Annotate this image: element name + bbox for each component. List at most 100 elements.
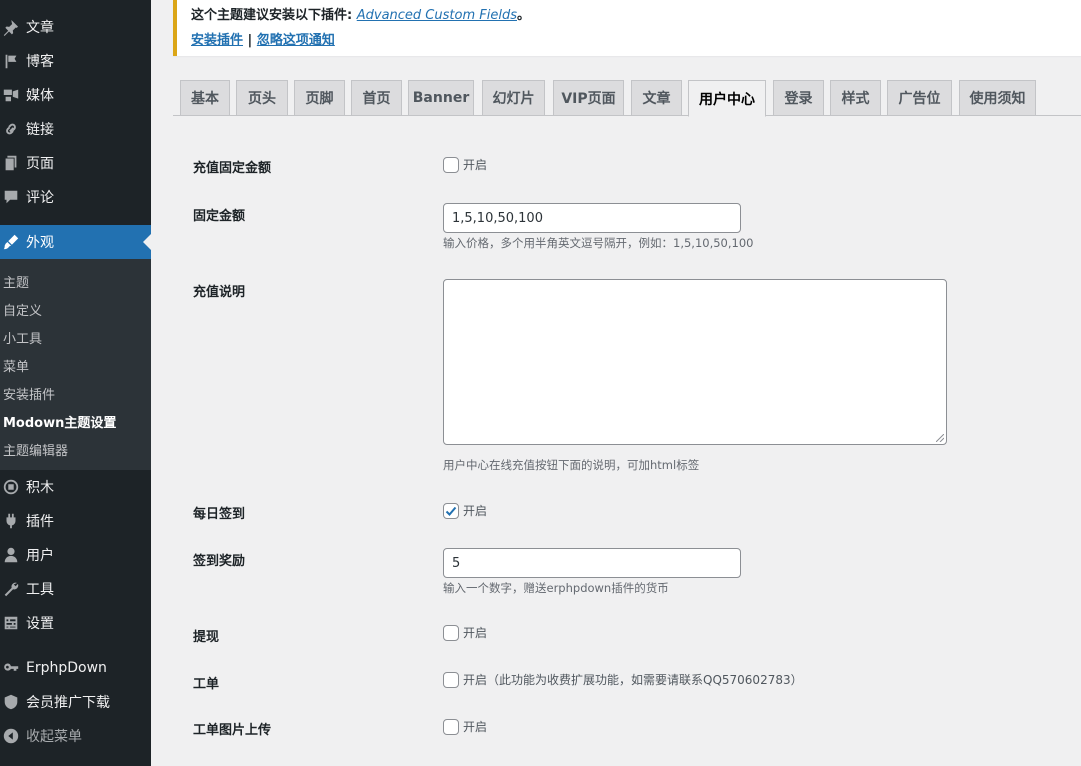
ticket-checkbox[interactable]: 开启（此功能为收费扩展功能，如需要请联系QQ570602783）: [443, 671, 803, 688]
sidebar-item-media[interactable]: 媒体: [0, 78, 151, 112]
sidebar-item-settings[interactable]: 设置: [0, 606, 151, 640]
flag-icon: [0, 51, 22, 71]
sidebar-item-label: 会员推广下载: [26, 695, 110, 711]
sidebar-collapse-menu[interactable]: 收起菜单: [0, 719, 151, 753]
sidebar-item-label: 用户: [26, 548, 54, 564]
submenu-item-theme-editor[interactable]: 主题编辑器: [3, 440, 68, 459]
shield-icon: [0, 692, 22, 712]
checkbox-label: 开启: [463, 720, 488, 734]
user-icon: [0, 545, 22, 565]
tab-user-center[interactable]: 用户中心: [688, 80, 766, 117]
sidebar-item-label: 设置: [26, 616, 54, 632]
recharge-desc-label: 充值说明: [193, 285, 246, 300]
sidebar-item-label: 页面: [26, 156, 54, 172]
checkbox-box[interactable]: [443, 671, 459, 688]
notice-actions: 安装插件 | 忽略这项通知: [191, 29, 335, 48]
recharge-desc-textarea[interactable]: [443, 279, 947, 445]
tab-login[interactable]: 登录: [773, 80, 824, 116]
sidebar-item-label: 链接: [26, 122, 54, 138]
tab-footer[interactable]: 页脚: [294, 80, 345, 116]
checkin-reward-label: 签到奖励: [193, 554, 246, 569]
sidebar-item-blog[interactable]: 博客: [0, 44, 151, 78]
sidebar-item-label: ErphpDown: [26, 660, 107, 676]
fixed-amount-input[interactable]: [443, 203, 741, 233]
tab-notes[interactable]: 使用须知: [959, 80, 1036, 116]
sidebar-item-tools[interactable]: 工具: [0, 572, 151, 606]
notice-text: 这个主题建议安装以下插件:: [191, 8, 357, 23]
plugin-notice: 这个主题建议安装以下插件: Advanced Custom Fields。 安装…: [173, 0, 1081, 56]
checkbox-box[interactable]: [443, 624, 459, 641]
checkbox-label: 开启: [463, 626, 488, 640]
tab-slideshow[interactable]: 幻灯片: [482, 80, 545, 116]
tab-style[interactable]: 样式: [830, 80, 881, 116]
install-plugins-link[interactable]: 安装插件: [191, 33, 243, 48]
tab-basic[interactable]: 基本: [180, 80, 230, 116]
sidebar-item-blocks[interactable]: 积木: [0, 470, 151, 504]
notice-suffix: 。: [516, 8, 530, 23]
tab-banner[interactable]: Banner: [408, 80, 474, 116]
tab-vip-page[interactable]: VIP页面: [553, 80, 624, 116]
checkin-reward-input[interactable]: [443, 548, 741, 578]
checkbox-label: 开启: [463, 504, 488, 518]
submenu-item-install-plugins[interactable]: 安装插件: [3, 384, 55, 403]
sidebar-item-links[interactable]: 链接: [0, 112, 151, 146]
ticket-label: 工单: [193, 677, 220, 692]
settings-tabs: 基本 页头 页脚 首页 Banner 幻灯片 VIP页面 文章 用户中心 登录 …: [173, 80, 1081, 117]
resize-grip-icon[interactable]: [936, 434, 944, 442]
page-icon: [0, 153, 22, 173]
submenu-item-themes[interactable]: 主题: [3, 272, 29, 291]
checkbox-box[interactable]: [443, 502, 459, 519]
sidebar-item-label: 文章: [26, 20, 54, 36]
fixed-amount-toggle-label: 充值固定金额: [193, 161, 272, 176]
acf-plugin-link[interactable]: Advanced Custom Fields: [357, 8, 517, 23]
tab-article[interactable]: 文章: [631, 80, 682, 116]
fixed-amount-desc: 输入价格，多个用半角英文逗号隔开，例如：1,5,10,50,100: [443, 236, 754, 250]
sidebar-item-pages[interactable]: 页面: [0, 146, 151, 180]
wrench-icon: [0, 579, 22, 599]
fixed-amount-label: 固定金额: [193, 209, 246, 224]
submenu-item-menus[interactable]: 菜单: [3, 356, 29, 375]
sidebar-item-plugins[interactable]: 插件: [0, 504, 151, 538]
collapse-icon: [0, 726, 22, 746]
plugin-icon: [0, 511, 22, 531]
tab-home[interactable]: 首页: [351, 80, 402, 116]
admin-sidebar: 文章 博客 媒体 链接 页面 评论 外观 主题 自定义 小工具 菜单 安装插件 …: [0, 0, 151, 766]
sidebar-item-label: 收起菜单: [26, 729, 82, 745]
fixed-amount-toggle-checkbox[interactable]: 开启: [443, 156, 487, 173]
tab-header[interactable]: 页头: [236, 80, 288, 116]
sidebar-item-comments[interactable]: 评论: [0, 180, 151, 214]
sidebar-item-member-promo[interactable]: 会员推广下载: [0, 685, 151, 719]
comment-icon: [0, 187, 22, 207]
tab-ad-slots[interactable]: 广告位: [887, 80, 952, 116]
notice-separator: |: [243, 33, 257, 48]
pin-icon: [0, 17, 22, 37]
withdraw-label: 提现: [193, 630, 220, 645]
key-icon: [0, 658, 22, 678]
daily-checkin-checkbox[interactable]: 开启: [443, 502, 487, 519]
ticket-image-checkbox[interactable]: 开启: [443, 718, 487, 735]
checkbox-box[interactable]: [443, 718, 459, 735]
link-icon: [0, 119, 22, 139]
checkbox-label: 开启（此功能为收费扩展功能，如需要请联系QQ570602783）: [463, 673, 803, 687]
sidebar-item-label: 插件: [26, 514, 54, 530]
submenu-item-customize[interactable]: 自定义: [3, 300, 42, 319]
checkbox-box[interactable]: [443, 156, 459, 173]
withdraw-checkbox[interactable]: 开启: [443, 624, 487, 641]
sidebar-item-users[interactable]: 用户: [0, 538, 151, 572]
sidebar-item-label: 外观: [26, 235, 54, 251]
checkin-reward-desc: 输入一个数字，赠送erphpdown插件的货币: [443, 581, 669, 595]
recharge-desc-help: 用户中心在线充值按钮下面的说明，可加html标签: [443, 458, 700, 472]
sidebar-item-erphpdown[interactable]: ErphpDown: [0, 651, 151, 685]
checkbox-label: 开启: [463, 158, 488, 172]
appearance-submenu: 主题 自定义 小工具 菜单 安装插件 Modown主题设置 主题编辑器: [0, 259, 151, 470]
sidebar-item-label: 工具: [26, 582, 54, 598]
submenu-item-modown-settings[interactable]: Modown主题设置: [3, 412, 116, 431]
sidebar-item-label: 媒体: [26, 88, 54, 104]
notice-message: 这个主题建议安装以下插件: Advanced Custom Fields。: [191, 4, 530, 23]
sidebar-item-posts[interactable]: 文章: [0, 10, 151, 44]
dismiss-notice-link[interactable]: 忽略这项通知: [257, 33, 335, 48]
sidebar-item-label: 博客: [26, 54, 54, 70]
submenu-item-widgets[interactable]: 小工具: [3, 328, 42, 347]
blocks-icon: [0, 477, 22, 497]
sidebar-item-appearance[interactable]: 外观: [0, 225, 151, 259]
